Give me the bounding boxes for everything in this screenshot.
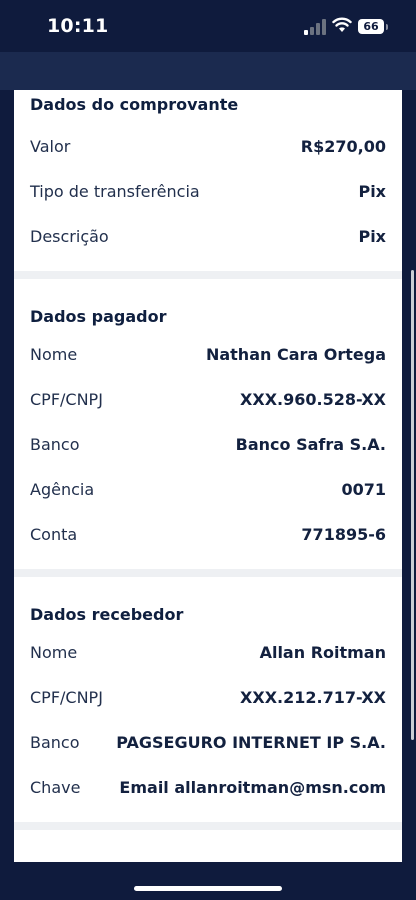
battery-level: 66 (363, 20, 379, 33)
row-value: XXX.212.717-XX (240, 688, 386, 707)
row-label: Agência (30, 480, 95, 499)
row-value: 0071 (341, 480, 386, 499)
receiver-details-card: Dados recebedor Nome Allan Roitman CPF/C… (14, 577, 402, 822)
payer-row-nome: Nome Nathan Cara Ortega (30, 332, 386, 377)
payer-details-card: Dados pagador Nome Nathan Cara Ortega CP… (14, 279, 402, 569)
row-label: CPF/CNPJ (30, 390, 103, 409)
home-indicator[interactable] (134, 886, 282, 891)
row-value: R$270,00 (300, 137, 386, 156)
row-label: Chave (30, 778, 81, 797)
payer-row-conta: Conta 771895-6 (30, 512, 386, 557)
next-card (14, 830, 402, 862)
home-area (0, 862, 416, 900)
payer-row-banco: Banco Banco Safra S.A. (30, 422, 386, 467)
row-label: Conta (30, 525, 78, 544)
payer-row-agencia: Agência 0071 (30, 467, 386, 512)
row-label: Valor (30, 137, 71, 156)
cellular-signal-icon (304, 19, 326, 35)
status-time: 10:11 (47, 15, 109, 37)
wifi-icon (332, 17, 352, 32)
row-value: Allan Roitman (259, 643, 386, 662)
section-title-receipt: Dados do comprovante (30, 95, 239, 114)
row-value: Nathan Cara Ortega (205, 345, 386, 364)
status-bar: 10:11 66 (0, 0, 416, 52)
row-label: Descrição (30, 227, 109, 246)
row-label: Tipo de transferência (30, 182, 200, 201)
header-band (0, 52, 416, 90)
receipt-content[interactable]: Dados do comprovante Valor R$270,00 Tipo… (14, 90, 402, 862)
battery-icon: 66 (358, 19, 388, 34)
receiver-row-chave: Chave Email allanroitman@msn.com (30, 765, 386, 810)
receiver-row-banco: Banco PAGSEGURO INTERNET IP S.A. (30, 720, 386, 765)
detail-row-descricao: Descrição Pix (30, 214, 386, 259)
row-label: Banco (30, 435, 80, 454)
detail-row-valor: Valor R$270,00 (30, 124, 386, 169)
row-value: XXX.960.528-XX (240, 390, 386, 409)
receipt-details-card: Dados do comprovante Valor R$270,00 Tipo… (14, 90, 402, 271)
row-value: Email allanroitman@msn.com (119, 778, 386, 797)
receiver-row-nome: Nome Allan Roitman (30, 630, 386, 675)
detail-row-tipo-transferencia: Tipo de transferência Pix (30, 169, 386, 214)
row-label: Banco (30, 733, 80, 752)
row-label: Nome (30, 345, 78, 364)
receiver-row-cpf-cnpj: CPF/CNPJ XXX.212.717-XX (30, 675, 386, 720)
scrollbar[interactable] (411, 270, 414, 740)
row-label: Nome (30, 643, 78, 662)
row-value: Pix (358, 182, 386, 201)
row-label: CPF/CNPJ (30, 688, 103, 707)
row-value: Banco Safra S.A. (235, 435, 386, 454)
row-value: 771895-6 (301, 525, 386, 544)
row-value: PAGSEGURO INTERNET IP S.A. (116, 733, 386, 752)
section-title-payer: Dados pagador (30, 307, 167, 326)
payer-row-cpf-cnpj: CPF/CNPJ XXX.960.528-XX (30, 377, 386, 422)
section-title-receiver: Dados recebedor (30, 605, 184, 624)
row-value: Pix (358, 227, 386, 246)
